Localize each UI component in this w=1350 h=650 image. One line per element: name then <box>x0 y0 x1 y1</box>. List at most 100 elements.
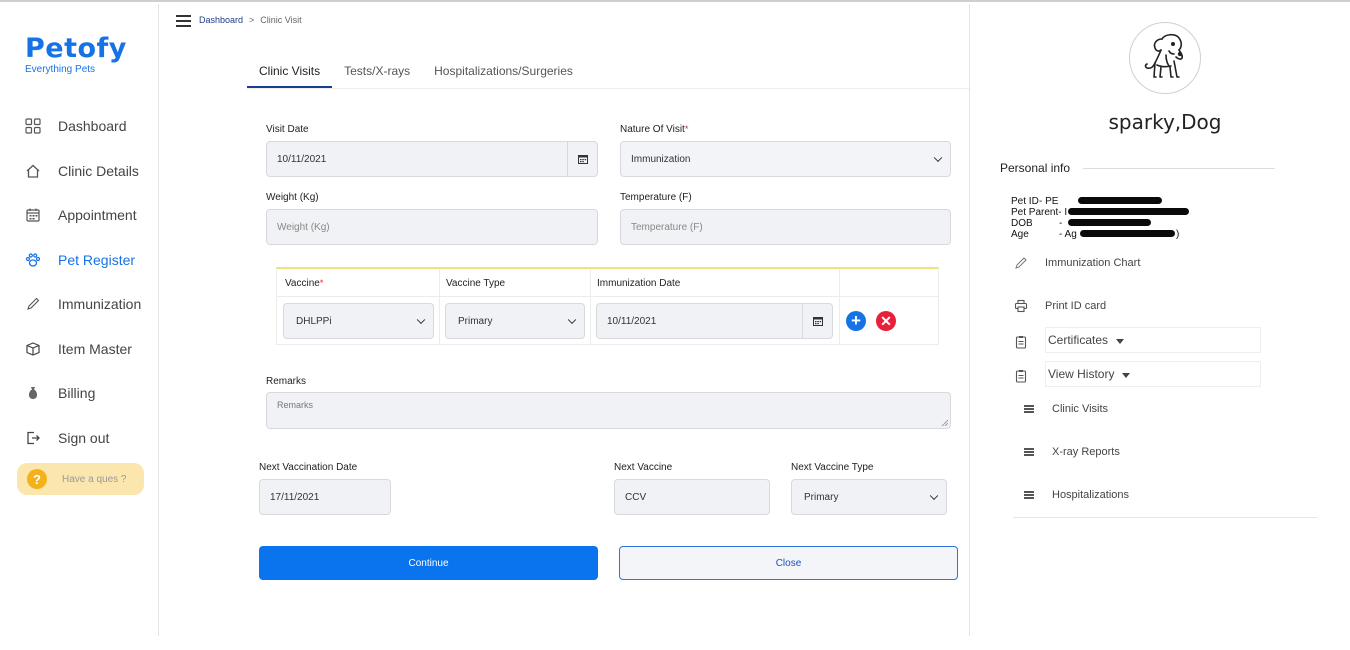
sidebar-item-label: Billing <box>58 385 95 401</box>
chevron-down-icon <box>934 154 942 162</box>
pet-parent-key: Pet Parent <box>1011 207 1058 218</box>
history-item-label: Hospitalizations <box>1052 489 1129 501</box>
print-id-card-link[interactable]: Print ID card <box>1013 298 1106 314</box>
nature-of-visit-text: Nature Of Visit <box>620 124 685 135</box>
breadcrumb-dashboard-link[interactable]: Dashboard <box>199 15 243 25</box>
add-vaccine-button[interactable]: + <box>846 311 866 331</box>
paw-icon <box>24 251 42 269</box>
certificates-dropdown[interactable]: Certificates <box>1045 327 1261 353</box>
vaccine-type-select[interactable]: Primary <box>445 303 585 339</box>
chevron-down-icon <box>930 492 938 500</box>
immunization-date-field[interactable]: 10/11/2021 <box>596 303 833 339</box>
chevron-down-icon <box>417 316 425 324</box>
next-vaccine-value: CCV <box>625 492 646 503</box>
next-vaccine-type-label: Next Vaccine Type <box>791 462 873 473</box>
list-icon <box>1024 404 1034 414</box>
weight-input[interactable]: Weight (Kg) <box>266 209 598 245</box>
sidebar-item-sign-out[interactable]: Sign out <box>0 416 158 461</box>
nature-of-visit-select[interactable]: Immunization <box>620 141 951 177</box>
nature-of-visit-label: Nature Of Visit* <box>620 124 688 135</box>
pet-id-key: Pet ID <box>1011 196 1039 207</box>
menu-icon[interactable] <box>176 15 191 27</box>
box-icon <box>24 340 42 358</box>
sidebar-item-item-master[interactable]: Item Master <box>0 327 158 372</box>
breadcrumb: Dashboard > Clinic Visit <box>199 15 302 25</box>
list-icon <box>1024 447 1034 457</box>
certificates-label: Certificates <box>1048 333 1108 347</box>
printer-icon <box>1013 298 1029 314</box>
tab-bar: Clinic Visits Tests/X-rays Hospitalizati… <box>247 56 585 88</box>
sidebar-item-immunization[interactable]: Immunization <box>0 282 158 327</box>
resize-grip-icon[interactable] <box>941 419 948 426</box>
sidebar-item-billing[interactable]: Billing <box>0 371 158 416</box>
next-vaccine-label: Next Vaccine <box>614 462 672 473</box>
tab-tests-xrays[interactable]: Tests/X-rays <box>332 56 422 88</box>
visit-date-value: 10/11/2021 <box>277 154 326 165</box>
vaccine-select[interactable]: DHLPPi <box>283 303 434 339</box>
visit-date-field[interactable]: 10/11/2021 <box>266 141 598 177</box>
breadcrumb-separator: > <box>249 15 254 25</box>
history-xray-reports-link[interactable]: X-ray Reports <box>1024 446 1120 458</box>
vaccine-value: DHLPPi <box>296 316 332 327</box>
calendar-icon <box>24 206 42 224</box>
next-vaccination-date-field[interactable]: 17/11/2021 <box>259 479 391 515</box>
pet-parent-prefix: - I <box>1058 207 1067 218</box>
pen-icon <box>1013 255 1029 271</box>
brand-logo[interactable]: Petofy Everything Pets <box>25 34 127 75</box>
next-vaccine-type-select[interactable]: Primary <box>791 479 947 515</box>
breadcrumb-current: Clinic Visit <box>260 15 301 25</box>
sidebar-item-label: Immunization <box>58 296 141 312</box>
history-hospitalizations-link[interactable]: Hospitalizations <box>1024 489 1129 501</box>
clipboard-icon-row <box>1013 334 1045 350</box>
redaction-bar <box>1080 230 1175 237</box>
sidebar-item-pet-register[interactable]: Pet Register <box>0 238 158 283</box>
help-button[interactable]: ? Have a ques ? <box>17 463 144 495</box>
caret-down-icon <box>1122 373 1130 378</box>
view-history-dropdown[interactable]: View History <box>1045 361 1261 387</box>
remarks-label: Remarks <box>266 376 306 387</box>
calendar-icon[interactable] <box>567 142 597 176</box>
clipboard-icon <box>1013 334 1029 350</box>
age-prefix: - Ag <box>1059 229 1077 240</box>
temperature-input[interactable]: Temperature (F) <box>620 209 951 245</box>
top-border <box>0 0 1350 4</box>
remove-vaccine-button[interactable]: ✕ <box>876 311 896 331</box>
sidebar-item-label: Item Master <box>58 341 132 357</box>
sign-out-icon <box>24 429 42 447</box>
history-clinic-visits-link[interactable]: Clinic Visits <box>1024 403 1108 415</box>
right-panel-divider <box>1013 517 1317 518</box>
tab-clinic-visits[interactable]: Clinic Visits <box>247 56 332 88</box>
personal-info-title: Personal info <box>1000 161 1070 175</box>
sidebar-item-clinic-details[interactable]: Clinic Details <box>0 149 158 194</box>
nature-of-visit-value: Immunization <box>631 154 690 165</box>
redaction-bar <box>1068 219 1151 226</box>
question-icon: ? <box>27 469 47 489</box>
remarks-textarea[interactable]: Remarks <box>266 392 951 429</box>
pet-name: sparky,Dog <box>1070 110 1260 134</box>
vaccine-header: Vaccine* <box>285 278 323 289</box>
sidebar-item-label: Pet Register <box>58 252 135 268</box>
print-id-card-label: Print ID card <box>1045 300 1106 312</box>
immunization-chart-label: Immunization Chart <box>1045 257 1140 269</box>
sidebar-item-label: Dashboard <box>58 118 127 134</box>
continue-button[interactable]: Continue <box>259 546 598 580</box>
next-vaccine-field[interactable]: CCV <box>614 479 770 515</box>
calendar-icon[interactable] <box>802 304 832 338</box>
weight-placeholder: Weight (Kg) <box>277 222 330 233</box>
dob-key: DOB <box>1011 218 1059 229</box>
sidebar-item-appointment[interactable]: Appointment <box>0 193 158 238</box>
tab-hospitalizations[interactable]: Hospitalizations/Surgeries <box>422 56 585 88</box>
close-button[interactable]: Close <box>619 546 958 580</box>
pen-icon <box>24 295 42 313</box>
immunization-date-value: 10/11/2021 <box>607 316 656 327</box>
next-vaccine-type-value: Primary <box>804 492 838 503</box>
required-mark: * <box>685 124 689 134</box>
visit-date-label: Visit Date <box>266 124 309 135</box>
list-icon <box>1024 490 1034 500</box>
brand-tagline: Everything Pets <box>25 64 127 75</box>
next-vaccination-date-value: 17/11/2021 <box>270 492 319 503</box>
pet-id-prefix: - PE <box>1039 196 1058 207</box>
sidebar-item-label: Clinic Details <box>58 163 139 179</box>
immunization-chart-link[interactable]: Immunization Chart <box>1013 255 1140 271</box>
sidebar-item-dashboard[interactable]: Dashboard <box>0 104 158 149</box>
